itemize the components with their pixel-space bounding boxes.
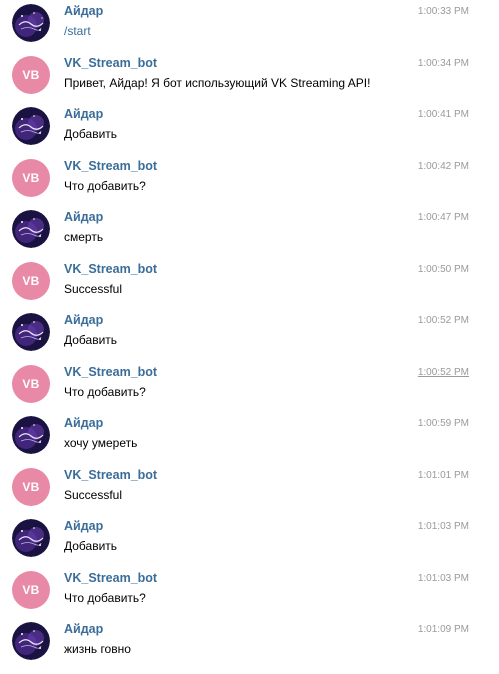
message-timestamp[interactable]: 1:00:52 PM <box>418 367 469 378</box>
message-timestamp[interactable]: 1:00:52 PM <box>418 315 469 326</box>
message-timestamp[interactable]: 1:00:47 PM <box>418 212 469 223</box>
message-row: VB VK_Stream_bot Привет, Айдар! Я бот ис… <box>0 56 499 108</box>
message-row: Айдар смерть 1:00:47 PM <box>0 210 499 262</box>
sender-name[interactable]: Айдар <box>64 210 103 224</box>
sender-name[interactable]: VK_Stream_bot <box>64 468 157 482</box>
sender-name[interactable]: VK_Stream_bot <box>64 159 157 173</box>
message-timestamp[interactable]: 1:01:03 PM <box>418 521 469 532</box>
message-row: VB VK_Stream_bot Что добавить? 1:01:03 P… <box>0 571 499 623</box>
message-text: Привет, Айдар! Я бот использующий VK Str… <box>64 76 371 90</box>
space-nebula-avatar-icon <box>12 210 50 248</box>
sender-name[interactable]: VK_Stream_bot <box>64 56 157 70</box>
message-timestamp[interactable]: 1:01:01 PM <box>418 470 469 481</box>
message-text: жизнь говно <box>64 642 131 656</box>
message-row: Айдар жизнь говно 1:01:09 PM <box>0 622 499 674</box>
bot-avatar[interactable]: VB <box>12 56 50 94</box>
bot-avatar[interactable]: VB <box>12 262 50 300</box>
user-avatar[interactable] <box>12 4 50 42</box>
message-text: Successful <box>64 488 123 502</box>
message-timestamp[interactable]: 1:00:59 PM <box>418 418 469 429</box>
sender-name[interactable]: VK_Stream_bot <box>64 571 157 585</box>
message-text: Successful <box>64 282 123 296</box>
message-text: Добавить <box>64 333 118 347</box>
message-row: Айдар Добавить 1:00:52 PM <box>0 313 499 365</box>
message-row: VB VK_Stream_bot Что добавить? 1:00:52 P… <box>0 365 499 417</box>
message-text: Что добавить? <box>64 385 146 399</box>
sender-name[interactable]: Айдар <box>64 416 103 430</box>
sender-name[interactable]: Айдар <box>64 313 103 327</box>
space-nebula-avatar-icon <box>12 622 50 660</box>
space-nebula-avatar-icon <box>12 313 50 351</box>
message-row: VB VK_Stream_bot Successful 1:01:01 PM <box>0 468 499 520</box>
message-timestamp[interactable]: 1:00:50 PM <box>418 264 469 275</box>
message-timestamp[interactable]: 1:00:42 PM <box>418 161 469 172</box>
space-nebula-avatar-icon <box>12 4 50 42</box>
message-row: VB VK_Stream_bot Что добавить? 1:00:42 P… <box>0 159 499 211</box>
space-nebula-avatar-icon <box>12 416 50 454</box>
message-timestamp[interactable]: 1:01:09 PM <box>418 624 469 635</box>
message-text: Что добавить? <box>64 179 146 193</box>
message-text: Добавить <box>64 127 118 141</box>
sender-name[interactable]: Айдар <box>64 622 103 636</box>
message-row: Айдар хочу умереть 1:00:59 PM <box>0 416 499 468</box>
message-timestamp[interactable]: 1:00:34 PM <box>418 58 469 69</box>
user-avatar[interactable] <box>12 313 50 351</box>
message-timestamp[interactable]: 1:00:33 PM <box>418 6 469 17</box>
message-row: VB VK_Stream_bot Successful 1:00:50 PM <box>0 262 499 314</box>
user-avatar[interactable] <box>12 622 50 660</box>
user-avatar[interactable] <box>12 416 50 454</box>
bot-avatar[interactable]: VB <box>12 159 50 197</box>
space-nebula-avatar-icon <box>12 519 50 557</box>
message-row: Айдар Добавить 1:00:41 PM <box>0 107 499 159</box>
sender-name[interactable]: VK_Stream_bot <box>64 262 157 276</box>
bot-avatar[interactable]: VB <box>12 365 50 403</box>
message-text: хочу умереть <box>64 436 138 450</box>
message-text: смерть <box>64 230 104 244</box>
chat-history: Айдар /start 1:00:33 PM VB VK_Stream_bot… <box>0 0 499 661</box>
message-text: Что добавить? <box>64 591 146 605</box>
sender-name[interactable]: Айдар <box>64 4 103 18</box>
user-avatar[interactable] <box>12 210 50 248</box>
message-row: Айдар Добавить 1:01:03 PM <box>0 519 499 571</box>
bot-avatar[interactable]: VB <box>12 468 50 506</box>
space-nebula-avatar-icon <box>12 107 50 145</box>
message-timestamp[interactable]: 1:00:41 PM <box>418 109 469 120</box>
message-row: Айдар /start 1:00:33 PM <box>0 4 499 56</box>
message-command-link[interactable]: /start <box>64 24 91 38</box>
sender-name[interactable]: Айдар <box>64 519 103 533</box>
bot-avatar[interactable]: VB <box>12 571 50 609</box>
user-avatar[interactable] <box>12 519 50 557</box>
user-avatar[interactable] <box>12 107 50 145</box>
sender-name[interactable]: Айдар <box>64 107 103 121</box>
message-timestamp[interactable]: 1:01:03 PM <box>418 573 469 584</box>
sender-name[interactable]: VK_Stream_bot <box>64 365 157 379</box>
message-text: Добавить <box>64 539 118 553</box>
